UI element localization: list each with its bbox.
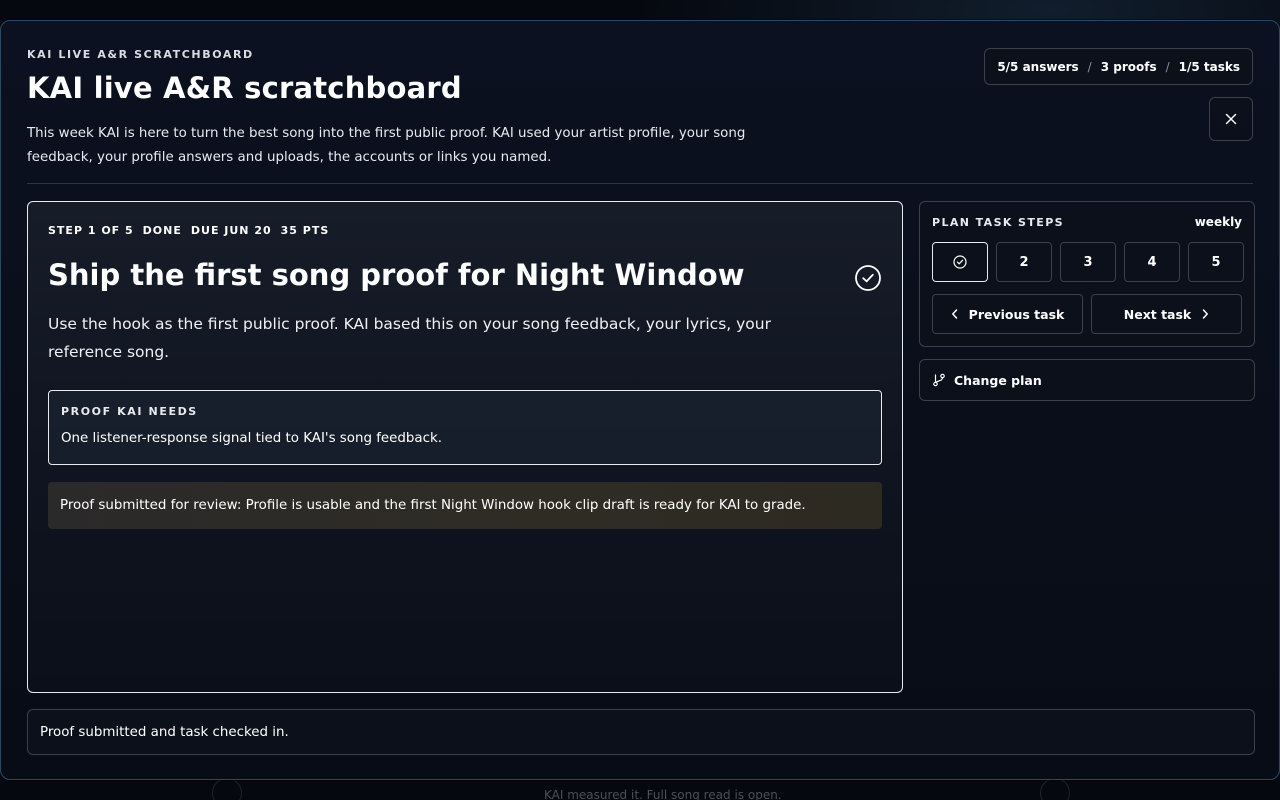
tasks-count: 1/5 tasks bbox=[1178, 59, 1240, 74]
step-button-5[interactable]: 5 bbox=[1188, 242, 1244, 282]
step-button-1[interactable] bbox=[932, 242, 988, 282]
modal-eyebrow: KAI LIVE A&R SCRATCHBOARD bbox=[27, 48, 254, 61]
proof-text: One listener-response signal tied to KAI… bbox=[61, 431, 442, 446]
check-circle-icon bbox=[855, 265, 881, 291]
scratchboard-modal: KAI LIVE A&R SCRATCHBOARD KAI live A&R s… bbox=[0, 20, 1280, 780]
stats-separator: / bbox=[1165, 59, 1170, 74]
background-hint: KAI measured it. Full song read is open. bbox=[544, 788, 782, 800]
proofs-count: 3 proofs bbox=[1100, 59, 1157, 74]
close-icon bbox=[1225, 113, 1237, 125]
task-title: Ship the first song proof for Night Wind… bbox=[48, 258, 745, 292]
answers-count: 5/5 answers bbox=[997, 59, 1079, 74]
next-task-label: Next task bbox=[1123, 306, 1192, 322]
plan-steps-label: PLAN TASK STEPS bbox=[932, 216, 1064, 229]
task-card: STEP 1 OF 5 DONE DUE JUN 20 35 PTS Ship … bbox=[27, 201, 903, 693]
change-plan-label: Change plan bbox=[954, 372, 1042, 388]
step-button-2[interactable]: 2 bbox=[996, 242, 1052, 282]
chevron-left-icon bbox=[951, 309, 957, 319]
previous-task-label: Previous task bbox=[968, 306, 1065, 322]
footer-status: Proof submitted and task checked in. bbox=[27, 709, 1255, 755]
proof-requirement: PROOF KAI NEEDS One listener-response si… bbox=[48, 390, 882, 465]
task-status: DONE bbox=[142, 224, 182, 237]
close-button[interactable] bbox=[1209, 97, 1253, 141]
modal-title: KAI live A&R scratchboard bbox=[27, 71, 462, 105]
task-points: 35 PTS bbox=[280, 224, 330, 237]
background-send-ring bbox=[1040, 778, 1070, 800]
task-description: Use the hook as the first public proof. … bbox=[48, 315, 771, 361]
change-plan-button[interactable]: Change plan bbox=[919, 359, 1255, 401]
task-due: DUE JUN 20 bbox=[190, 224, 272, 237]
plan-cadence: weekly bbox=[1194, 215, 1242, 229]
step-buttons: 2 3 4 5 bbox=[932, 242, 1244, 282]
header-divider bbox=[27, 183, 1253, 184]
proof-label: PROOF KAI NEEDS bbox=[61, 405, 198, 418]
task-navigation: Previous task Next task bbox=[932, 294, 1242, 334]
proof-submitted-banner: Proof submitted for review: Profile is u… bbox=[48, 482, 882, 529]
step-button-4[interactable]: 4 bbox=[1124, 242, 1180, 282]
check-circle-icon bbox=[953, 255, 967, 269]
background-attach-ring bbox=[212, 778, 242, 800]
progress-stats: 5/5 answers / 3 proofs / 1/5 tasks bbox=[984, 48, 1253, 85]
branch-icon bbox=[933, 373, 945, 387]
previous-task-button[interactable]: Previous task bbox=[932, 294, 1083, 334]
chevron-right-icon bbox=[1203, 309, 1209, 319]
step-button-3[interactable]: 3 bbox=[1060, 242, 1116, 282]
task-step: STEP 1 OF 5 bbox=[48, 224, 134, 237]
next-task-button[interactable]: Next task bbox=[1091, 294, 1242, 334]
stats-separator: / bbox=[1087, 59, 1092, 74]
modal-intro: This week KAI is here to turn the best s… bbox=[27, 126, 746, 165]
task-meta: STEP 1 OF 5 DONE DUE JUN 20 35 PTS bbox=[48, 224, 329, 237]
plan-steps-panel: PLAN TASK STEPS weekly 2 3 4 5 Previous … bbox=[919, 201, 1255, 347]
